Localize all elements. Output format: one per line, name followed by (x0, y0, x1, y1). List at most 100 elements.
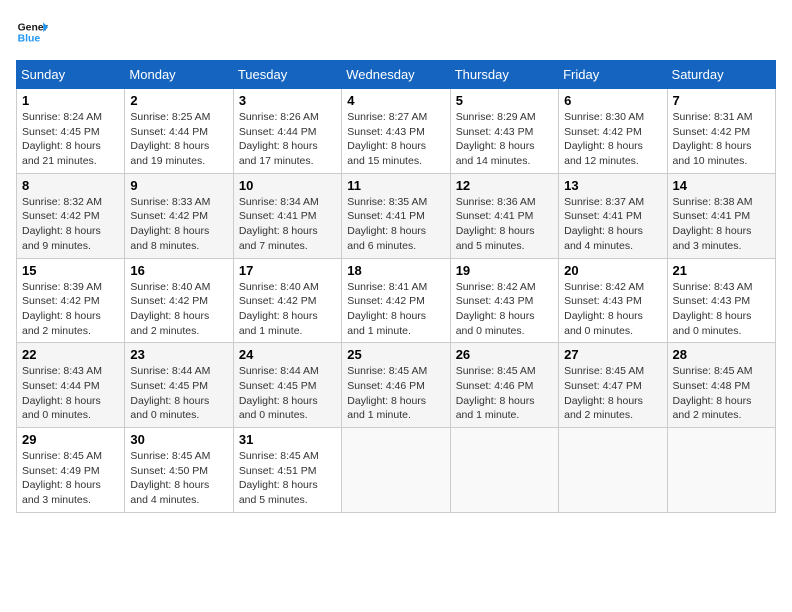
day-number: 28 (673, 347, 770, 362)
day-number: 21 (673, 263, 770, 278)
cell-content: Sunrise: 8:42 AMSunset: 4:43 PMDaylight:… (456, 281, 536, 337)
calendar-cell: 18 Sunrise: 8:41 AMSunset: 4:42 PMDaylig… (342, 258, 450, 343)
cell-content: Sunrise: 8:43 AMSunset: 4:44 PMDaylight:… (22, 365, 102, 421)
day-number: 20 (564, 263, 661, 278)
calendar-cell: 26 Sunrise: 8:45 AMSunset: 4:46 PMDaylig… (450, 343, 558, 428)
cell-content: Sunrise: 8:24 AMSunset: 4:45 PMDaylight:… (22, 111, 102, 167)
weekday-header: Friday (559, 61, 667, 89)
cell-content: Sunrise: 8:45 AMSunset: 4:51 PMDaylight:… (239, 450, 319, 506)
cell-content: Sunrise: 8:35 AMSunset: 4:41 PMDaylight:… (347, 196, 427, 252)
day-number: 12 (456, 178, 553, 193)
calendar-week-row: 1 Sunrise: 8:24 AMSunset: 4:45 PMDayligh… (17, 89, 776, 174)
calendar-cell: 19 Sunrise: 8:42 AMSunset: 4:43 PMDaylig… (450, 258, 558, 343)
calendar-cell: 29 Sunrise: 8:45 AMSunset: 4:49 PMDaylig… (17, 428, 125, 513)
calendar-week-row: 8 Sunrise: 8:32 AMSunset: 4:42 PMDayligh… (17, 173, 776, 258)
calendar-cell (342, 428, 450, 513)
weekday-header: Wednesday (342, 61, 450, 89)
day-number: 11 (347, 178, 444, 193)
calendar-cell: 11 Sunrise: 8:35 AMSunset: 4:41 PMDaylig… (342, 173, 450, 258)
calendar-cell: 28 Sunrise: 8:45 AMSunset: 4:48 PMDaylig… (667, 343, 775, 428)
calendar-cell: 27 Sunrise: 8:45 AMSunset: 4:47 PMDaylig… (559, 343, 667, 428)
day-number: 8 (22, 178, 119, 193)
cell-content: Sunrise: 8:30 AMSunset: 4:42 PMDaylight:… (564, 111, 644, 167)
calendar-cell: 9 Sunrise: 8:33 AMSunset: 4:42 PMDayligh… (125, 173, 233, 258)
calendar-cell: 7 Sunrise: 8:31 AMSunset: 4:42 PMDayligh… (667, 89, 775, 174)
day-number: 17 (239, 263, 336, 278)
cell-content: Sunrise: 8:32 AMSunset: 4:42 PMDaylight:… (22, 196, 102, 252)
weekday-header: Tuesday (233, 61, 341, 89)
cell-content: Sunrise: 8:38 AMSunset: 4:41 PMDaylight:… (673, 196, 753, 252)
day-number: 6 (564, 93, 661, 108)
cell-content: Sunrise: 8:45 AMSunset: 4:47 PMDaylight:… (564, 365, 644, 421)
day-number: 16 (130, 263, 227, 278)
calendar-cell: 15 Sunrise: 8:39 AMSunset: 4:42 PMDaylig… (17, 258, 125, 343)
calendar-cell: 24 Sunrise: 8:44 AMSunset: 4:45 PMDaylig… (233, 343, 341, 428)
logo: General Blue (16, 16, 48, 48)
day-number: 18 (347, 263, 444, 278)
calendar-table: SundayMondayTuesdayWednesdayThursdayFrid… (16, 60, 776, 513)
logo-icon: General Blue (16, 16, 48, 48)
cell-content: Sunrise: 8:33 AMSunset: 4:42 PMDaylight:… (130, 196, 210, 252)
day-number: 22 (22, 347, 119, 362)
calendar-cell: 21 Sunrise: 8:43 AMSunset: 4:43 PMDaylig… (667, 258, 775, 343)
calendar-cell (667, 428, 775, 513)
weekday-header: Monday (125, 61, 233, 89)
weekday-header: Sunday (17, 61, 125, 89)
cell-content: Sunrise: 8:45 AMSunset: 4:48 PMDaylight:… (673, 365, 753, 421)
calendar-cell: 20 Sunrise: 8:42 AMSunset: 4:43 PMDaylig… (559, 258, 667, 343)
svg-text:Blue: Blue (18, 34, 41, 45)
calendar-cell: 23 Sunrise: 8:44 AMSunset: 4:45 PMDaylig… (125, 343, 233, 428)
cell-content: Sunrise: 8:37 AMSunset: 4:41 PMDaylight:… (564, 196, 644, 252)
calendar-cell: 25 Sunrise: 8:45 AMSunset: 4:46 PMDaylig… (342, 343, 450, 428)
cell-content: Sunrise: 8:44 AMSunset: 4:45 PMDaylight:… (130, 365, 210, 421)
calendar-cell: 14 Sunrise: 8:38 AMSunset: 4:41 PMDaylig… (667, 173, 775, 258)
day-number: 7 (673, 93, 770, 108)
day-number: 30 (130, 432, 227, 447)
calendar-cell (450, 428, 558, 513)
cell-content: Sunrise: 8:41 AMSunset: 4:42 PMDaylight:… (347, 281, 427, 337)
calendar-week-row: 22 Sunrise: 8:43 AMSunset: 4:44 PMDaylig… (17, 343, 776, 428)
calendar-cell: 1 Sunrise: 8:24 AMSunset: 4:45 PMDayligh… (17, 89, 125, 174)
calendar-cell: 8 Sunrise: 8:32 AMSunset: 4:42 PMDayligh… (17, 173, 125, 258)
day-number: 24 (239, 347, 336, 362)
calendar-cell: 3 Sunrise: 8:26 AMSunset: 4:44 PMDayligh… (233, 89, 341, 174)
cell-content: Sunrise: 8:45 AMSunset: 4:46 PMDaylight:… (347, 365, 427, 421)
day-number: 29 (22, 432, 119, 447)
calendar-cell: 6 Sunrise: 8:30 AMSunset: 4:42 PMDayligh… (559, 89, 667, 174)
weekday-header: Saturday (667, 61, 775, 89)
calendar-cell: 22 Sunrise: 8:43 AMSunset: 4:44 PMDaylig… (17, 343, 125, 428)
cell-content: Sunrise: 8:45 AMSunset: 4:50 PMDaylight:… (130, 450, 210, 506)
weekday-header: Thursday (450, 61, 558, 89)
cell-content: Sunrise: 8:26 AMSunset: 4:44 PMDaylight:… (239, 111, 319, 167)
calendar-cell: 31 Sunrise: 8:45 AMSunset: 4:51 PMDaylig… (233, 428, 341, 513)
calendar-cell: 2 Sunrise: 8:25 AMSunset: 4:44 PMDayligh… (125, 89, 233, 174)
day-number: 25 (347, 347, 444, 362)
cell-content: Sunrise: 8:45 AMSunset: 4:49 PMDaylight:… (22, 450, 102, 506)
cell-content: Sunrise: 8:25 AMSunset: 4:44 PMDaylight:… (130, 111, 210, 167)
cell-content: Sunrise: 8:31 AMSunset: 4:42 PMDaylight:… (673, 111, 753, 167)
day-number: 15 (22, 263, 119, 278)
day-number: 9 (130, 178, 227, 193)
day-number: 14 (673, 178, 770, 193)
calendar-week-row: 29 Sunrise: 8:45 AMSunset: 4:49 PMDaylig… (17, 428, 776, 513)
calendar-week-row: 15 Sunrise: 8:39 AMSunset: 4:42 PMDaylig… (17, 258, 776, 343)
cell-content: Sunrise: 8:39 AMSunset: 4:42 PMDaylight:… (22, 281, 102, 337)
cell-content: Sunrise: 8:34 AMSunset: 4:41 PMDaylight:… (239, 196, 319, 252)
day-number: 26 (456, 347, 553, 362)
cell-content: Sunrise: 8:44 AMSunset: 4:45 PMDaylight:… (239, 365, 319, 421)
calendar-header-row: SundayMondayTuesdayWednesdayThursdayFrid… (17, 61, 776, 89)
calendar-cell: 4 Sunrise: 8:27 AMSunset: 4:43 PMDayligh… (342, 89, 450, 174)
day-number: 19 (456, 263, 553, 278)
day-number: 23 (130, 347, 227, 362)
day-number: 1 (22, 93, 119, 108)
calendar-cell: 12 Sunrise: 8:36 AMSunset: 4:41 PMDaylig… (450, 173, 558, 258)
cell-content: Sunrise: 8:45 AMSunset: 4:46 PMDaylight:… (456, 365, 536, 421)
calendar-cell: 13 Sunrise: 8:37 AMSunset: 4:41 PMDaylig… (559, 173, 667, 258)
cell-content: Sunrise: 8:40 AMSunset: 4:42 PMDaylight:… (239, 281, 319, 337)
cell-content: Sunrise: 8:36 AMSunset: 4:41 PMDaylight:… (456, 196, 536, 252)
calendar-cell: 5 Sunrise: 8:29 AMSunset: 4:43 PMDayligh… (450, 89, 558, 174)
cell-content: Sunrise: 8:42 AMSunset: 4:43 PMDaylight:… (564, 281, 644, 337)
calendar-cell (559, 428, 667, 513)
calendar-cell: 16 Sunrise: 8:40 AMSunset: 4:42 PMDaylig… (125, 258, 233, 343)
day-number: 4 (347, 93, 444, 108)
